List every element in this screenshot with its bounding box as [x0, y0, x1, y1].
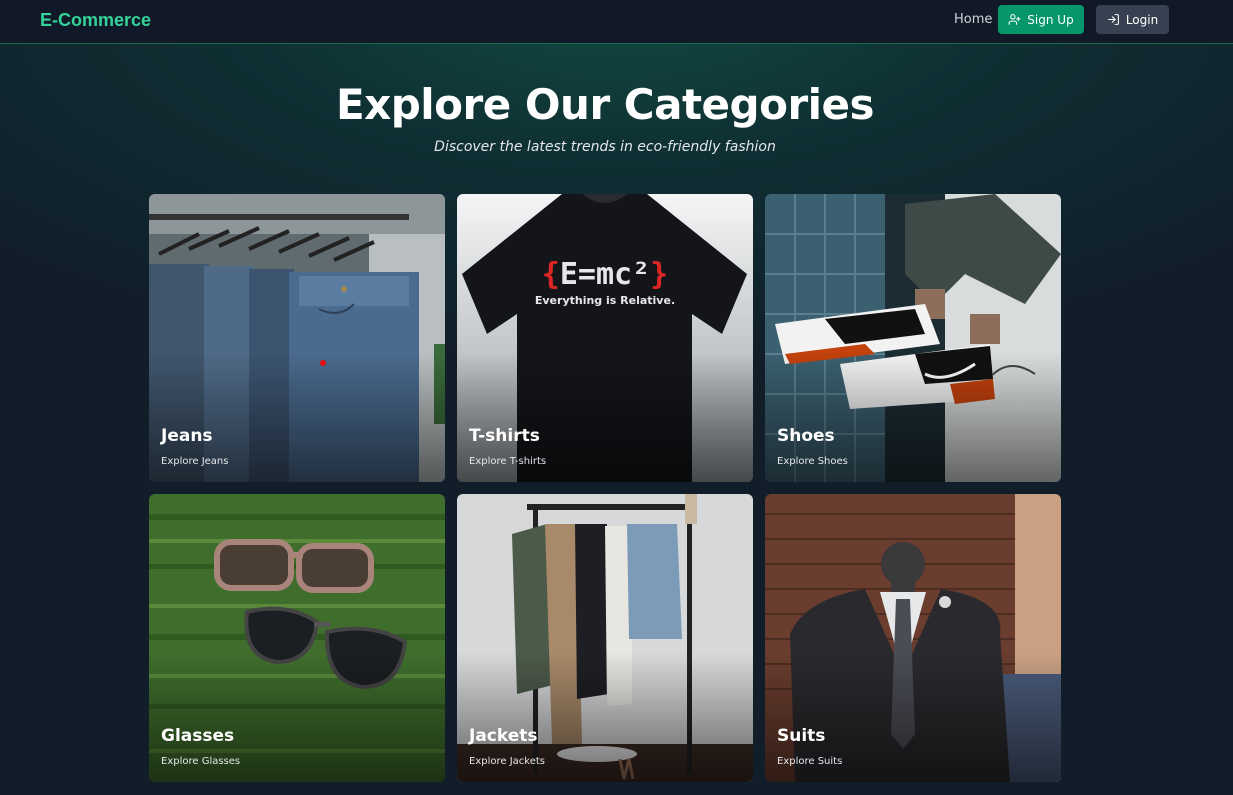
category-title: Shoes	[777, 426, 835, 446]
category-title: Jackets	[469, 726, 538, 746]
category-card-tshirts[interactable]: {E=mc²} Everything is Relative. T-shirts…	[457, 194, 753, 482]
login-icon	[1107, 14, 1119, 25]
category-title: Glasses	[161, 726, 235, 746]
user-plus-icon	[1008, 14, 1021, 25]
category-title: T-shirts	[469, 426, 540, 446]
page-subtitle: Discover the latest trends in eco-friend…	[434, 139, 776, 155]
category-subtitle: Explore Jeans	[161, 456, 229, 467]
category-title: Jeans	[161, 426, 213, 446]
category-subtitle: Explore Shoes	[777, 456, 848, 467]
category-subtitle: Explore Jackets	[469, 756, 545, 767]
page-title: Explore Our Categories	[335, 80, 875, 129]
category-card-glasses[interactable]: Glasses Explore Glasses	[149, 494, 445, 782]
login-button[interactable]: Login	[1096, 5, 1169, 34]
brand-logo[interactable]: E-Commerce	[40, 10, 151, 31]
category-subtitle: Explore Glasses	[161, 756, 241, 767]
category-card-jeans[interactable]: Jeans Explore Jeans	[149, 194, 445, 482]
category-title: Suits	[777, 726, 826, 746]
category-card-jackets[interactable]: Jackets Explore Jackets	[457, 494, 753, 782]
category-card-suits[interactable]: Suits Explore Suits	[765, 494, 1061, 782]
signup-button[interactable]: Sign Up	[998, 5, 1084, 34]
category-subtitle: Explore Suits	[777, 756, 843, 767]
navbar: E-Commerce Home Sign Up Login	[0, 0, 1233, 44]
category-subtitle: Explore T-shirts	[469, 456, 547, 467]
category-card-shoes[interactable]: Shoes Explore Shoes	[765, 194, 1061, 482]
login-label: Login	[1125, 12, 1159, 27]
signup-label: Sign Up	[1027, 12, 1074, 27]
nav-home-link[interactable]: Home	[954, 12, 992, 27]
